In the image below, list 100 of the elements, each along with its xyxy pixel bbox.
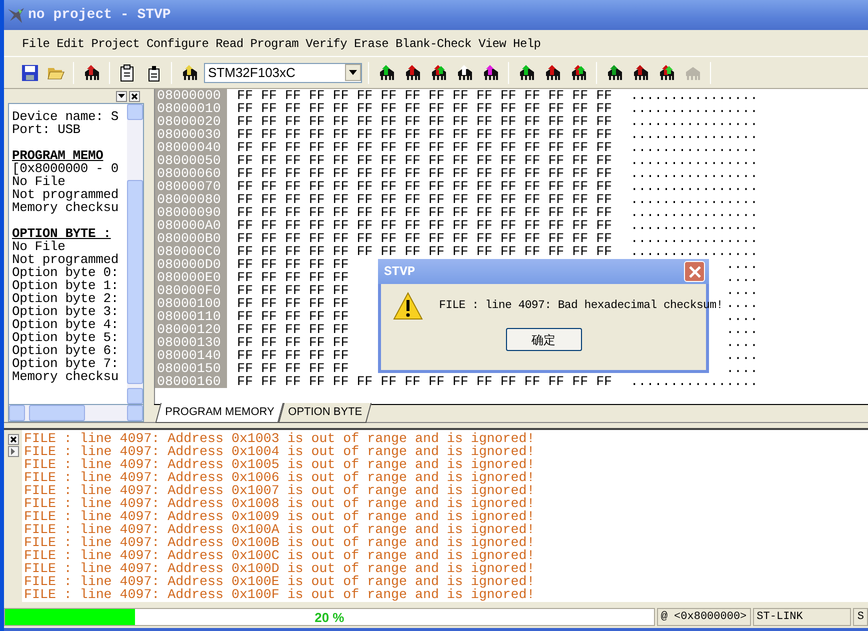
ascii-text: .... xyxy=(726,296,758,311)
menu-item[interactable]: Configure xyxy=(142,35,212,53)
menu-item[interactable]: Program xyxy=(246,35,302,53)
log-line: FILE : line 4097: Address 0x100E is out of range and is ignored! xyxy=(24,575,536,588)
menu-item[interactable]: View xyxy=(474,35,510,53)
menu-item[interactable]: Edit xyxy=(52,35,88,53)
ascii-text: ................ xyxy=(630,205,758,220)
ascii-text: ................ xyxy=(630,179,758,194)
app-icon xyxy=(6,5,26,25)
ascii-text: .... xyxy=(726,361,758,376)
log-line: FILE : line 4097: Address 0x1003 is out of range and is ignored! xyxy=(24,432,536,445)
hex-bytes: FF FF FF FF FF FF FF FF FF FF FF FF FF FF FF FF xyxy=(237,374,612,389)
address-cell: 08000030 xyxy=(155,128,227,141)
dropdown-icon[interactable] xyxy=(116,90,127,102)
address-cell: 080000F0 xyxy=(155,284,227,297)
vertical-scrollbar[interactable] xyxy=(127,104,143,404)
hex-bytes: FF FF FF FF FF FF FF FF FF FF FF FF FF FF FF FF xyxy=(237,127,612,142)
ascii-text: ................ xyxy=(630,231,758,246)
menu-item[interactable]: Blank-Check xyxy=(392,35,474,53)
address-cell: 08000150 xyxy=(155,362,227,375)
ascii-text: ................ xyxy=(630,374,758,389)
log-line: FILE : line 4097: Address 0x1006 is out of range and is ignored! xyxy=(24,471,536,484)
status-pane: @ <0x8000000> xyxy=(656,608,751,626)
ascii-text: .... xyxy=(726,335,758,350)
log-line: FILE : line 4097: Address 0x1008 is out of range and is ignored! xyxy=(24,497,536,510)
address-cell: 080000B0 xyxy=(155,232,227,245)
log-line: FILE : line 4097: Address 0x1005 is out of range and is ignored! xyxy=(24,458,536,471)
close-icon[interactable] xyxy=(129,90,140,102)
info-line: Memory checksu xyxy=(12,201,120,214)
close-button[interactable] xyxy=(684,261,705,282)
log-line: FILE : line 4097: Address 0x1004 is out of range and is ignored! xyxy=(24,445,536,458)
info-line: [0x8000000 - 0 xyxy=(12,162,120,175)
address-cell: 08000040 xyxy=(155,141,227,154)
hex-bytes: FF FF FF FF FF xyxy=(237,270,349,285)
caret-icon[interactable] xyxy=(345,64,361,81)
address-cell: 08000050 xyxy=(155,154,227,167)
menu-item[interactable]: Help xyxy=(509,35,544,53)
info-line: Not programmed xyxy=(12,253,120,266)
info-line: Option byte 0: xyxy=(12,266,120,279)
tab[interactable]: OPTION BYTE xyxy=(278,402,372,422)
hex-bytes: FF FF FF FF FF FF FF FF FF FF FF FF FF FF FF FF xyxy=(237,153,612,168)
ascii-text: .... xyxy=(726,283,758,298)
ascii-text: ................ xyxy=(630,89,758,103)
hex-bytes: FF FF FF FF FF xyxy=(237,257,349,272)
menu-item[interactable]: File xyxy=(18,35,53,53)
ascii-text: ................ xyxy=(630,166,758,181)
address-cell: 08000060 xyxy=(155,167,227,180)
ascii-text: ................ xyxy=(630,101,758,116)
info-line: Option byte 1: xyxy=(12,279,120,292)
address-cell: 08000080 xyxy=(155,193,227,206)
hex-bytes: FF FF FF FF FF xyxy=(237,361,349,376)
address-cell: 08000120 xyxy=(155,323,227,336)
hex-bytes: FF FF FF FF FF xyxy=(237,296,349,311)
address-cell: 08000110 xyxy=(155,310,227,323)
info-line: Memory checksu xyxy=(12,370,120,383)
section-heading: PROGRAM MEMO xyxy=(12,149,104,162)
info-line: Option byte 3: xyxy=(12,305,120,318)
ascii-text: ................ xyxy=(630,127,758,142)
hex-bytes: FF FF FF FF FF xyxy=(237,322,349,337)
hex-bytes: FF FF FF FF FF FF FF FF FF FF FF FF FF FF FF FF xyxy=(237,179,612,194)
ascii-text: .... xyxy=(726,257,758,272)
hex-bytes: FF FF FF FF FF FF FF FF FF FF FF FF FF FF FF FF xyxy=(237,192,612,207)
hex-bytes: FF FF FF FF FF FF FF FF FF FF FF FF FF FF FF FF xyxy=(237,89,612,103)
menu-item[interactable]: Project xyxy=(87,35,143,53)
hex-bytes: FF FF FF FF FF xyxy=(237,283,349,298)
address-cell: 08000160 xyxy=(155,375,227,388)
menu-item[interactable]: Erase xyxy=(350,35,392,53)
address-cell: 080000E0 xyxy=(155,271,227,284)
ascii-text: .... xyxy=(726,309,758,324)
address-cell: 08000090 xyxy=(155,206,227,219)
ascii-text: ................ xyxy=(630,140,758,155)
info-line: Option byte 2: xyxy=(12,292,120,305)
expand-icon[interactable] xyxy=(8,446,18,457)
ascii-text: ................ xyxy=(630,244,758,259)
hex-bytes: FF FF FF FF FF xyxy=(237,348,349,363)
log-line: FILE : line 4097: Address 0x100D is out of range and is ignored! xyxy=(24,562,536,575)
status-pane: S xyxy=(853,608,868,626)
device-select[interactable]: STM32F103xC xyxy=(204,62,362,82)
hex-bytes: FF FF FF FF FF xyxy=(237,309,349,324)
address-cell: 08000020 xyxy=(155,115,227,128)
info-line: No File xyxy=(12,175,66,188)
address-cell: 08000140 xyxy=(155,349,227,362)
info-line: Option byte 5: xyxy=(12,331,120,344)
hex-bytes: FF FF FF FF FF FF FF FF FF FF FF FF FF FF FF FF xyxy=(237,101,612,116)
menu-item[interactable]: Read xyxy=(212,35,246,53)
hex-bytes: FF FF FF FF FF FF FF FF FF FF FF FF FF FF FF FF xyxy=(237,218,612,233)
hex-bytes: FF FF FF FF FF FF FF FF FF FF FF FF FF FF FF FF xyxy=(237,114,612,129)
ok-button[interactable]: 确定 xyxy=(506,328,582,351)
info-line: Option byte 7: xyxy=(12,357,120,370)
horizontal-scrollbar[interactable] xyxy=(8,405,144,422)
address-cell: 080000A0 xyxy=(155,219,227,232)
info-line: Not programmed xyxy=(12,188,120,201)
hex-bytes: FF FF FF FF FF FF FF FF FF FF FF FF FF FF FF FF xyxy=(237,244,612,259)
tab[interactable]: PROGRAM MEMORY xyxy=(155,402,284,422)
menu-item[interactable]: Verify xyxy=(302,35,350,53)
hex-bytes: FF FF FF FF FF FF FF FF FF FF FF FF FF FF FF FF xyxy=(237,205,612,220)
hex-bytes: FF FF FF FF FF xyxy=(237,335,349,350)
log-line: FILE : line 4097: Address 0x100A is out of range and is ignored! xyxy=(24,523,536,536)
progress-reading: 20 % xyxy=(314,609,346,626)
close-icon[interactable] xyxy=(8,434,18,445)
